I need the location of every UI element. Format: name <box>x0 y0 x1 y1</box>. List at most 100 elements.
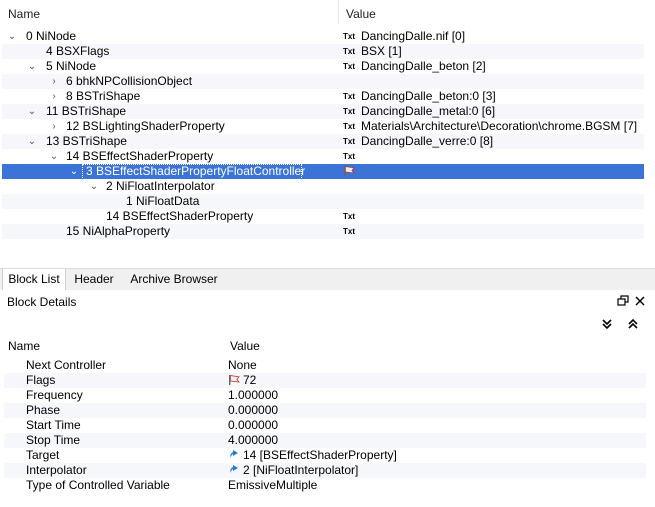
detail-value-text: 14 [BSEffectShaderProperty] <box>243 448 397 462</box>
detail-value[interactable]: 4.000000 <box>228 433 278 448</box>
detail-value[interactable]: 1.000000 <box>228 388 278 403</box>
txt-icon: Txt <box>343 32 355 41</box>
column-separator[interactable] <box>338 0 339 24</box>
detail-value[interactable]: 0.000000 <box>228 403 278 418</box>
tree-row-value-text: DancingDalle_verre:0 [8] <box>361 134 494 148</box>
detail-value[interactable]: EmissiveMultiple <box>228 478 317 493</box>
tree-row-label: 15 NiAlphaProperty <box>66 224 171 238</box>
bottom-tab-bar: Block List Header Archive Browser <box>0 268 655 291</box>
chevron-down-icon[interactable]: ⌄ <box>26 134 38 149</box>
detail-row-target[interactable]: Target 14 [BSEffectShaderProperty] <box>4 448 646 463</box>
flag-icon <box>344 166 355 176</box>
tree-row-14-effect-shader[interactable]: ⌄ 14 BSEffectShaderProperty Txt <box>2 149 644 164</box>
chevron-down-icon[interactable]: ⌄ <box>26 104 38 119</box>
detail-row-start-time[interactable]: Start Time 0.000000 <box>4 418 646 433</box>
tree-row-value <box>343 164 358 179</box>
txt-icon: Txt <box>343 152 355 161</box>
txt-icon: Txt <box>343 107 355 116</box>
tree-row-8-bstrishape[interactable]: › 8 BSTriShape Txt DancingDalle_beton:0 [… <box>2 89 644 104</box>
chevron-down-icon[interactable]: ⌄ <box>26 59 38 74</box>
detail-value[interactable]: 2 [NiFloatInterpolator] <box>228 463 358 478</box>
tree-row-label: 1 NiFloatData <box>126 194 200 208</box>
tree-row-value: Txt <box>343 224 361 239</box>
tree-row-6-collision[interactable]: › 6 bhkNPCollisionObject <box>2 74 644 89</box>
block-list-header: Name Value <box>0 0 655 24</box>
tree-row-value: Txt DancingDalle_beton:0 [3] <box>343 89 496 104</box>
detail-value[interactable]: 0.000000 <box>228 418 278 433</box>
block-list-tree[interactable]: Name Value ⌄ 0 NiNode Txt DancingDalle.ni… <box>0 0 655 268</box>
chevron-right-icon[interactable]: › <box>48 74 60 89</box>
detail-row-controlled-variable[interactable]: Type of Controlled Variable EmissiveMult… <box>4 478 646 493</box>
detail-row-flags[interactable]: Flags 72 <box>4 373 646 388</box>
tree-row-4-bsxflags[interactable]: 4 BSXFlags Txt BSX [1] <box>2 44 644 59</box>
detail-name: Frequency <box>26 388 83 402</box>
tree-row-value-text: DancingDalle_metal:0 [6] <box>361 104 496 118</box>
tree-row-value-text: DancingDalle.nif [0] <box>361 29 466 43</box>
tree-row-label: 0 NiNode <box>26 29 77 43</box>
tree-row-13-bstrishape[interactable]: ⌄ 13 BSTriShape Txt DancingDalle_verre:0 … <box>2 134 644 149</box>
tree-row-label: 3 BSEffectShaderPropertyFloatController <box>86 164 306 178</box>
value-column-header[interactable]: Value <box>230 339 260 353</box>
detail-row-phase[interactable]: Phase 0.000000 <box>4 403 646 418</box>
tree-row-12-lighting-shader[interactable]: › 12 BSLightingShaderProperty Txt Materia… <box>2 119 644 134</box>
chevron-down-icon[interactable]: ⌄ <box>48 149 60 164</box>
tree-row-value-text: Materials\Architecture\Decoration\chrome… <box>361 119 638 133</box>
detail-row-frequency[interactable]: Frequency 1.000000 <box>4 388 646 403</box>
tree-row-15-alpha-property[interactable]: 15 NiAlphaProperty Txt <box>2 224 644 239</box>
close-panel-button[interactable] <box>633 295 647 309</box>
tree-row-label: 6 bhkNPCollisionObject <box>66 74 193 88</box>
tree-row-11-bstrishape[interactable]: ⌄ 11 BSTriShape Txt DancingDalle_metal:0 … <box>2 104 644 119</box>
tree-row-value: Txt <box>343 209 361 224</box>
chevron-down-icon[interactable]: ⌄ <box>6 29 18 44</box>
txt-icon: Txt <box>343 92 355 101</box>
detail-value-text: 2 [NiFloatInterpolator] <box>243 463 359 477</box>
link-icon <box>230 450 238 458</box>
detail-value[interactable]: None <box>228 358 257 373</box>
tree-row-label: 8 BSTriShape <box>66 89 141 103</box>
panel-title: Block Details <box>7 295 77 309</box>
float-panel-button[interactable] <box>616 295 630 309</box>
chevron-right-icon[interactable]: › <box>48 89 60 104</box>
tree-row-3-float-controller[interactable]: ⌄ 3 BSEffectShaderPropertyFloatControlle… <box>2 164 644 180</box>
txt-icon: Txt <box>343 137 355 146</box>
tree-row-value: Txt BSX [1] <box>343 44 402 59</box>
tree-row-label: 12 BSLightingShaderProperty <box>66 119 225 133</box>
tree-row-2-float-interpolator[interactable]: ⌄ 2 NiFloatInterpolator <box>2 179 644 194</box>
detail-row-stop-time[interactable]: Stop Time 4.000000 <box>4 433 646 448</box>
detail-value[interactable]: 72 <box>228 373 256 388</box>
collapse-all-button[interactable] <box>626 318 640 332</box>
detail-name: Stop Time <box>26 433 81 447</box>
tab-header[interactable]: Header <box>66 269 122 290</box>
txt-icon: Txt <box>343 212 355 221</box>
tree-row-label: 2 NiFloatInterpolator <box>106 179 215 193</box>
tree-row-label: 14 BSEffectShaderProperty <box>106 209 254 223</box>
name-column-header[interactable]: Name <box>8 0 40 24</box>
chevron-right-icon[interactable]: › <box>48 119 60 134</box>
detail-name: Type of Controlled Variable <box>26 478 170 492</box>
tab-block-list[interactable]: Block List <box>2 269 66 291</box>
tree-row-label: 14 BSEffectShaderProperty <box>66 149 214 163</box>
tree-row-0-ninode[interactable]: ⌄ 0 NiNode Txt DancingDalle.nif [0] <box>2 29 644 44</box>
expand-all-button[interactable] <box>600 318 614 332</box>
double-chevron-down-icon <box>602 319 612 330</box>
value-column-header[interactable]: Value <box>346 0 376 24</box>
detail-name: Start Time <box>26 418 81 432</box>
chevron-down-icon[interactable]: ⌄ <box>68 164 80 179</box>
name-column-header[interactable]: Name <box>8 339 40 353</box>
txt-icon: Txt <box>343 47 355 56</box>
chevron-down-icon[interactable]: ⌄ <box>88 179 100 194</box>
tree-row-label: 4 BSXFlags <box>46 44 110 58</box>
detail-row-interpolator[interactable]: Interpolator 2 [NiFloatInterpolator] <box>4 463 646 478</box>
double-chevron-up-icon <box>628 318 638 329</box>
tree-row-label: 13 BSTriShape <box>46 134 127 148</box>
detail-row-next-controller[interactable]: Next Controller None <box>4 358 646 373</box>
detail-value[interactable]: 14 [BSEffectShaderProperty] <box>228 448 397 463</box>
tree-row-value: Txt DancingDalle_beton [2] <box>343 59 486 74</box>
detail-value-text: 72 <box>243 373 257 387</box>
detail-name: Interpolator <box>26 463 87 477</box>
txt-icon: Txt <box>343 62 355 71</box>
tree-row-1-float-data[interactable]: 1 NiFloatData <box>2 194 644 209</box>
tree-row-14-effect-shader-ref[interactable]: 14 BSEffectShaderProperty Txt <box>2 209 644 224</box>
tree-row-5-ninode[interactable]: ⌄ 5 NiNode Txt DancingDalle_beton [2] <box>2 59 644 74</box>
tab-archive-browser[interactable]: Archive Browser <box>124 269 224 290</box>
